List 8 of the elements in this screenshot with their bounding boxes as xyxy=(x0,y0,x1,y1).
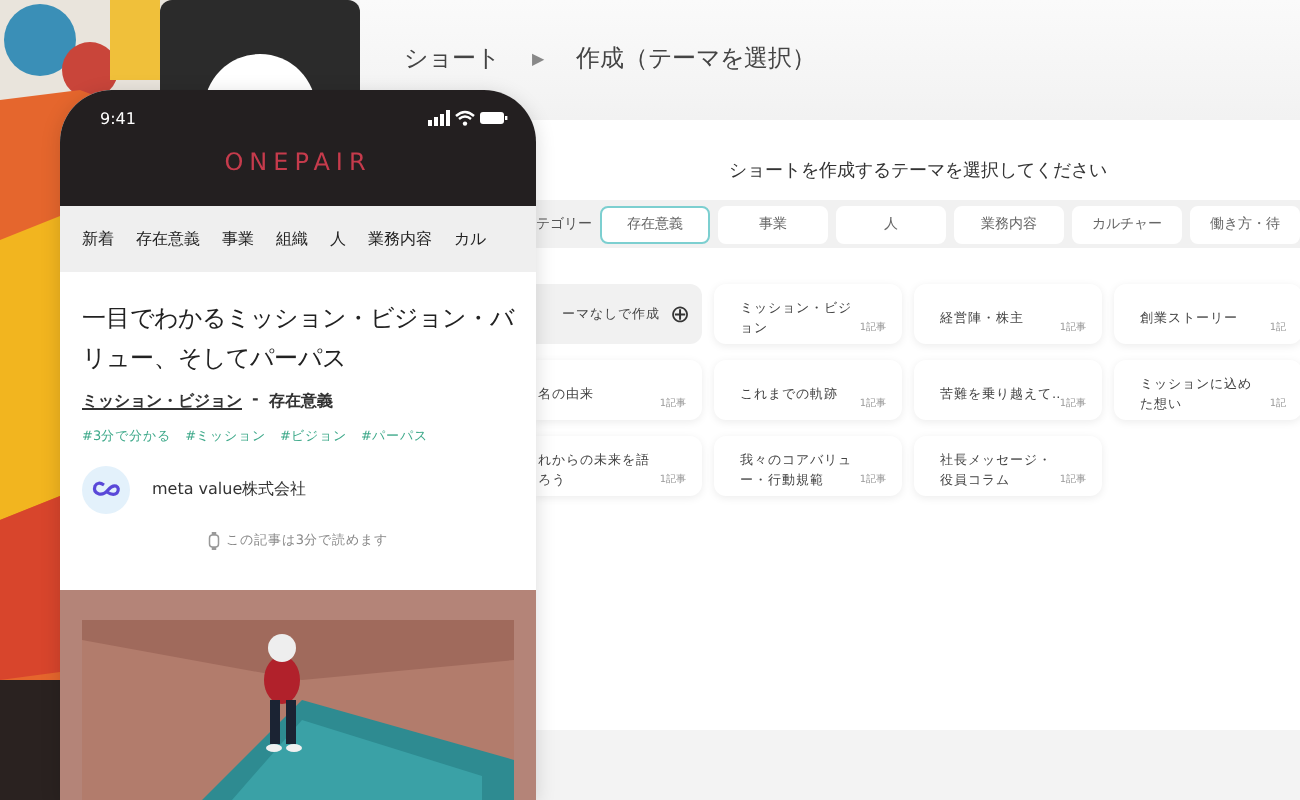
breadcrumb-item[interactable]: ショート xyxy=(404,41,500,75)
plus-icon: ⊕ xyxy=(669,300,690,328)
breadcrumb-separator: ▶ xyxy=(532,49,545,67)
nav-tab[interactable]: 業務内容 xyxy=(368,228,432,250)
section-heading: ショートを作成するテーマを選択してください xyxy=(727,159,1109,186)
nav-tab[interactable]: カル xyxy=(454,228,486,250)
status-icons xyxy=(428,108,508,128)
breadcrumb-item[interactable]: 作成（テーマを選択） xyxy=(576,41,817,75)
